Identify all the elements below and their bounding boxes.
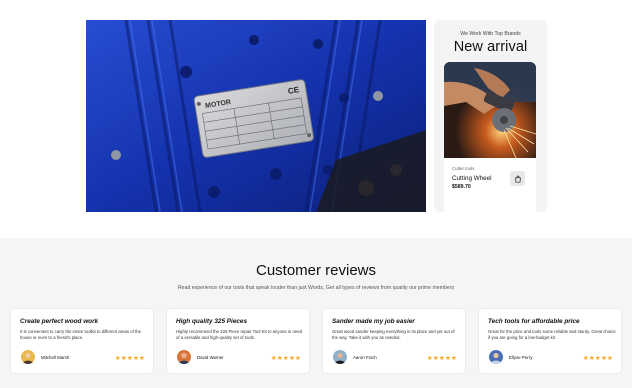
star-rating: ★★★★★ — [426, 354, 457, 362]
review-text: Great wood sander keeping everything in … — [332, 329, 455, 341]
review-text: It is convenient to carry the entire too… — [20, 329, 142, 341]
arrival-title: New arrival — [453, 39, 528, 55]
product-image — [444, 62, 536, 158]
star-rating: ★★★★★ — [270, 354, 301, 362]
review-card: Sander made my job easier Great wood san… — [322, 308, 466, 374]
avatar — [21, 350, 35, 364]
reviewer-name: Ellyse Perry — [509, 355, 533, 360]
avatar — [489, 350, 503, 364]
reviewer-name: Aaron Finch — [353, 355, 377, 360]
review-card: Create perfect wood work It is convenien… — [10, 308, 154, 374]
review-text: Great for the price and tools some relia… — [488, 329, 616, 341]
arrival-eyebrow: We Work With Top Brands — [460, 31, 521, 37]
avatar — [177, 350, 191, 364]
review-card: High quality 325 Pieces Highly recommend… — [166, 308, 310, 374]
star-rating: ★★★★★ — [582, 354, 613, 362]
reviewer-name: Mitchell Marsh — [41, 355, 70, 360]
review-heading: Sander made my job easier — [332, 318, 415, 325]
review-text: Highly recommend the 325 Piece repair To… — [176, 329, 303, 341]
product-card[interactable]: Cutter tools Cutting Wheel $589.70 — [444, 62, 536, 218]
reviews-subtitle: Read experience of our tools that speak … — [177, 285, 455, 291]
star-rating: ★★★★★ — [114, 354, 145, 362]
product-price: $589.70 — [452, 184, 471, 190]
reviewer-name: David Warner — [197, 355, 224, 360]
product-category: Cutter tools — [452, 166, 475, 171]
reviews-title: Customer reviews — [255, 262, 377, 279]
review-heading: High quality 325 Pieces — [176, 318, 248, 325]
customer-reviews-section: Customer reviews Read experience of our … — [0, 238, 632, 388]
new-arrival-panel: We Work With Top Brands New arrival Cutt… — [434, 20, 547, 218]
product-name[interactable]: Cutting Wheel — [452, 175, 492, 182]
review-heading: Tech tools for affordable price — [488, 318, 580, 325]
avatar — [333, 350, 347, 364]
shopping-bag-icon — [514, 175, 521, 183]
review-card: Tech tools for affordable price Great fo… — [478, 308, 622, 374]
motor-illustration: MOTOR CE — [86, 20, 426, 212]
add-to-cart-button[interactable] — [510, 171, 525, 186]
hero-product-image: MOTOR CE — [86, 20, 426, 212]
review-heading: Create perfect wood work — [20, 318, 99, 325]
